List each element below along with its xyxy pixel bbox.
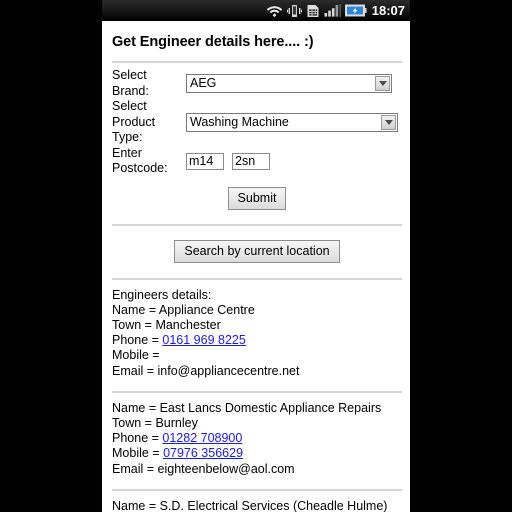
- form-row-brand: Select Brand: AEG: [112, 68, 402, 99]
- brand-label: Select Brand:: [112, 68, 149, 98]
- submit-row: Submit: [112, 186, 402, 210]
- postcode-label: Enter Postcode:: [112, 145, 168, 176]
- engineer-town: Manchester: [155, 317, 221, 332]
- email-label: Email =: [112, 363, 158, 378]
- chevron-down-icon[interactable]: [375, 76, 390, 91]
- signal-bars-icon: [324, 4, 341, 17]
- divider-top: [112, 61, 402, 63]
- page-content: Get Engineer details here.... :) Select …: [102, 34, 410, 512]
- entry-divider: [112, 488, 402, 491]
- brand-select-value: AEG: [190, 76, 217, 90]
- engineer-name-line: Name = Appliance Centre: [112, 303, 402, 318]
- engineer-email: eighteenbelow@aol.com: [157, 461, 295, 476]
- engineer-email-line: Email = info@appliancecentre.net: [112, 364, 402, 379]
- vibrate-icon: [286, 4, 302, 17]
- submit-button[interactable]: Submit: [227, 186, 287, 210]
- engineer-phone-line: Phone = 0161 969 8225: [112, 333, 402, 348]
- product-type-label: Select Product Type:: [112, 99, 156, 144]
- email-label: Email =: [112, 461, 158, 476]
- engineer-mobile-line: Mobile = 07976 356629: [112, 446, 402, 461]
- postcode-inputs: [186, 152, 402, 170]
- chevron-down-icon[interactable]: [381, 114, 396, 130]
- sim-card-icon: [307, 4, 319, 17]
- wifi-icon: [266, 6, 283, 17]
- browser-page: Get Engineer details here.... :) Select …: [102, 21, 410, 512]
- engineer-name: S.D. Electrical Services (Cheadle Hulme): [159, 498, 388, 512]
- engineer-name: Appliance Centre: [158, 302, 255, 317]
- engineer-entry: Name = Appliance Centre Town = Mancheste…: [112, 303, 402, 379]
- device-frame: 18:07 Get Engineer details here.... :) S…: [0, 0, 512, 512]
- status-icons: [266, 4, 367, 18]
- engineer-mobile-link[interactable]: 07976 356629: [163, 446, 243, 460]
- engineer-town: Burnley: [155, 415, 198, 430]
- brand-select[interactable]: AEG: [186, 74, 392, 93]
- engineer-phone-link[interactable]: 0161 969 8225: [162, 333, 245, 347]
- engineer-email: info@appliancecentre.net: [157, 363, 300, 378]
- mobile-label: Mobile =: [112, 446, 164, 461]
- engineer-entry: Name = S.D. Electrical Services (Cheadle…: [112, 499, 402, 512]
- entry-divider: [112, 390, 402, 393]
- engineer-name-line: Name = East Lancs Domestic Appliance Rep…: [112, 401, 402, 416]
- engineer-mobile-line: Mobile =: [112, 348, 402, 363]
- results-heading: Engineers details:: [112, 287, 212, 302]
- form-row-product-type: Select Product Type: Washing Machine: [112, 99, 402, 146]
- engineer-name: East Lancs Domestic Appliance Repairs: [159, 400, 382, 415]
- product-type-field-cell: Washing Machine: [186, 99, 402, 146]
- location-row: Search by current location: [112, 239, 402, 263]
- name-label: Name =: [112, 498, 160, 512]
- divider-before-location: [112, 223, 402, 226]
- postcode-inward-input[interactable]: [232, 152, 270, 170]
- engineer-phone-link[interactable]: 01282 708900: [162, 431, 242, 445]
- name-label: Name =: [112, 302, 159, 317]
- town-label: Town =: [112, 317, 156, 332]
- mobile-label: Mobile =: [112, 348, 160, 363]
- engineer-town-line: Town = Burnley: [112, 416, 402, 431]
- engineer-town-line: Town = Manchester: [112, 318, 402, 333]
- engineer-name-line: Name = S.D. Electrical Services (Cheadle…: [112, 499, 402, 512]
- engineer-email-line: Email = eighteenbelow@aol.com: [112, 462, 402, 477]
- search-by-location-button[interactable]: Search by current location: [174, 239, 340, 263]
- form-row-postcode: Enter Postcode:: [112, 146, 402, 177]
- product-type-select[interactable]: Washing Machine: [186, 112, 398, 132]
- name-label: Name =: [112, 400, 160, 415]
- status-bar: 18:07: [102, 0, 410, 21]
- town-label: Town =: [112, 415, 156, 430]
- divider-before-results: [112, 277, 402, 280]
- brand-field-cell: AEG: [186, 68, 402, 99]
- status-clock: 18:07: [371, 3, 405, 18]
- engineer-phone-line: Phone = 01282 708900: [112, 431, 402, 446]
- postcode-outward-input[interactable]: [186, 152, 224, 170]
- results-section: Engineers details: Name = Appliance Cent…: [112, 288, 402, 512]
- engineer-entry: Name = East Lancs Domestic Appliance Rep…: [112, 401, 402, 477]
- phone-label: Phone =: [112, 431, 163, 446]
- postcode-field-cell: [186, 146, 402, 177]
- battery-charging-icon: [344, 4, 367, 17]
- page-title: Get Engineer details here.... :): [112, 34, 314, 50]
- product-type-select-value: Washing Machine: [190, 114, 289, 129]
- engineer-search-form: Select Brand: AEG Select Product Type: W…: [112, 68, 402, 177]
- phone-label: Phone =: [112, 333, 163, 348]
